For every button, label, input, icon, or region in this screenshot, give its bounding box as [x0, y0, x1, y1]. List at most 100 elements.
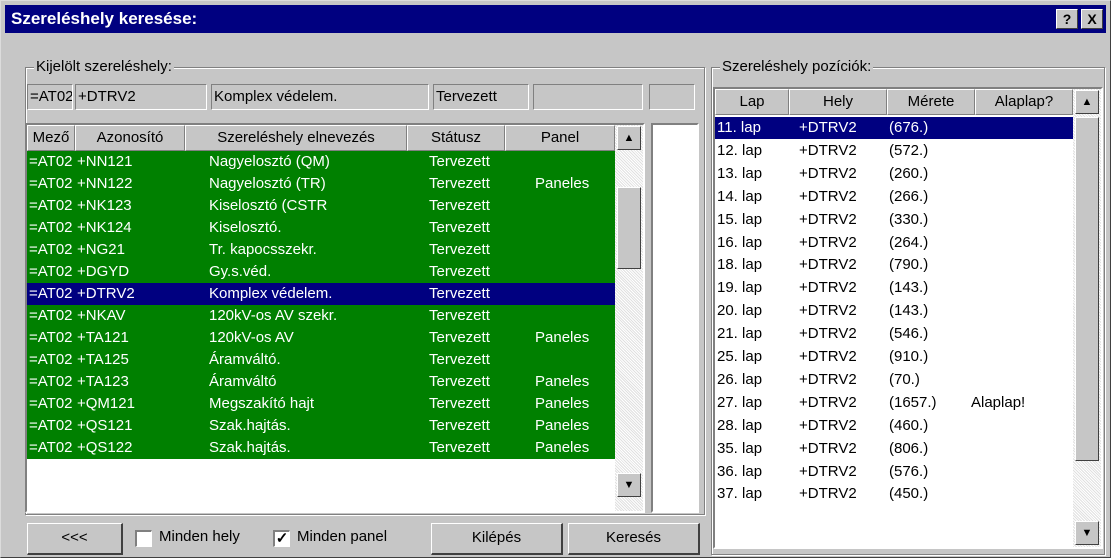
table-cell: =AT02	[29, 219, 73, 236]
all-places-checkbox[interactable]	[135, 530, 152, 547]
list-cell: 11. lap	[717, 119, 761, 136]
table-cell: Paneles	[535, 373, 590, 390]
list-item[interactable]: 11. lap +DTRV2 (676.)	[715, 117, 1073, 139]
table-cell: Tervezett	[429, 417, 490, 434]
table-row[interactable]: =AT02 +QM121 Megszakító hajt Tervezett Panel…	[27, 393, 615, 415]
list-item[interactable]: 16. lap +DTRV2 (264.)	[715, 232, 1073, 254]
table-cell: +TA125	[77, 351, 129, 368]
column-header-statusz[interactable]: Státusz	[407, 125, 505, 151]
table-cell: =AT02	[29, 241, 73, 258]
list-item[interactable]: 35. lap +DTRV2 (806.)	[715, 438, 1073, 460]
table-row[interactable]: =AT02 +TA123 Áramváltó Tervezett Paneles	[27, 371, 615, 393]
table-cell: +TA123	[77, 373, 129, 390]
scroll-up-icon[interactable]: ▲	[1075, 90, 1099, 114]
table-row[interactable]: =AT02 +NKAV 120kV-os AV szekr. Tervezett	[27, 305, 615, 327]
column-header-hely[interactable]: Hely	[789, 89, 887, 115]
list-item[interactable]: 36. lap +DTRV2 (576.)	[715, 461, 1073, 483]
list-item[interactable]: 28. lap +DTRV2 (460.)	[715, 415, 1073, 437]
list-cell: (260.)	[889, 165, 929, 182]
selected-place-group-label: Kijelölt szereléshely:	[34, 58, 174, 75]
column-header-alaplap[interactable]: Alaplap?	[975, 89, 1073, 115]
table-row[interactable]: =AT02 +NK124 Kiselosztó. Tervezett	[27, 217, 615, 239]
table-cell: =AT02	[29, 175, 73, 192]
table-row[interactable]: =AT02 +NG21 Tr. kapocsszekr. Tervezett	[27, 239, 615, 261]
list-cell: +DTRV2	[799, 119, 857, 136]
table-row[interactable]: =AT02 +TA125 Áramváltó. Tervezett	[27, 349, 615, 371]
right-scroll-thumb[interactable]	[1075, 117, 1099, 461]
list-item[interactable]: 27. lap +DTRV2 (1657.) Alaplap!	[715, 392, 1073, 414]
left-scroll-thumb[interactable]	[617, 187, 641, 269]
list-item[interactable]: 37. lap +DTRV2 (450.)	[715, 483, 1073, 505]
help-button[interactable]: ?	[1056, 9, 1078, 29]
list-item[interactable]: 19. lap +DTRV2 (143.)	[715, 277, 1073, 299]
list-item[interactable]: 12. lap +DTRV2 (572.)	[715, 140, 1073, 162]
scroll-down-icon[interactable]: ▼	[617, 473, 641, 497]
field-statusz: Tervezett	[433, 84, 529, 110]
all-panels-checkbox[interactable]: ✓	[273, 530, 290, 547]
column-header-lap[interactable]: Lap	[715, 89, 789, 115]
table-row[interactable]: =AT02 +DTRV2 Komplex védelem. Tervezett	[27, 283, 615, 305]
left-list-scrollbar[interactable]	[615, 125, 643, 511]
all-places-label[interactable]: Minden hely	[159, 528, 240, 545]
column-header-elnevezes[interactable]: Szereléshely elnevezés	[185, 125, 407, 151]
table-cell: Tervezett	[429, 329, 490, 346]
table-cell: Nagyelosztó (TR)	[209, 175, 326, 192]
table-row[interactable]: =AT02 +QS121 Szak.hajtás. Tervezett Paneles	[27, 415, 615, 437]
column-header-azonosito[interactable]: Azonosító	[75, 125, 185, 151]
field-extra	[649, 84, 695, 110]
table-cell: +TA121	[77, 329, 129, 346]
list-item[interactable]: 14. lap +DTRV2 (266.)	[715, 186, 1073, 208]
search-button[interactable]: Keresés	[568, 523, 700, 555]
table-cell: Szak.hajtás.	[209, 439, 291, 456]
list-cell: 12. lap	[717, 142, 763, 159]
table-row[interactable]: =AT02 +NN122 Nagyelosztó (TR) Tervezett Pane…	[27, 173, 615, 195]
list-cell: (70.)	[889, 371, 920, 388]
positions-list[interactable]: Lap Hely Mérete Alaplap? 11. lap +DTRV2 (6…	[713, 87, 1103, 549]
table-cell: =AT02	[29, 351, 73, 368]
list-item[interactable]: 15. lap +DTRV2 (330.)	[715, 209, 1073, 231]
table-cell: Komplex védelem.	[209, 285, 333, 302]
mounting-place-list[interactable]: Mező Azonosító Szereléshely elnevezés St…	[25, 123, 645, 513]
list-cell: +DTRV2	[799, 394, 857, 411]
table-row[interactable]: =AT02 +QS122 Szak.hajtás. Tervezett Paneles	[27, 437, 615, 459]
title-bar[interactable]: Szereléshely keresése: ? X	[5, 5, 1106, 33]
column-header-panel[interactable]: Panel	[505, 125, 615, 151]
list-item[interactable]: 25. lap +DTRV2 (910.)	[715, 346, 1073, 368]
scroll-up-icon[interactable]: ▲	[617, 126, 641, 150]
column-header-merete[interactable]: Mérete	[887, 89, 975, 115]
list-cell: 28. lap	[717, 417, 763, 434]
list-cell: 15. lap	[717, 211, 763, 228]
table-cell: Tervezett	[429, 153, 490, 170]
table-cell: Megszakító hajt	[209, 395, 315, 412]
list-item[interactable]: 13. lap +DTRV2 (260.)	[715, 163, 1073, 185]
table-cell: =AT02	[29, 285, 73, 302]
column-header-mezo[interactable]: Mező	[27, 125, 75, 151]
list-item[interactable]: 21. lap +DTRV2 (546.)	[715, 323, 1073, 345]
close-button[interactable]: X	[1081, 9, 1103, 29]
list-cell: Alaplap!	[971, 394, 1026, 411]
all-panels-label[interactable]: Minden panel	[297, 528, 387, 545]
list-cell: 13. lap	[717, 165, 763, 182]
side-empty-box	[651, 123, 699, 513]
list-item[interactable]: 18. lap +DTRV2 (790.)	[715, 254, 1073, 276]
table-row[interactable]: =AT02 +DGYD Gy.s.véd. Tervezett	[27, 261, 615, 283]
back-button[interactable]: <<<	[27, 523, 123, 555]
table-cell: Paneles	[535, 417, 590, 434]
list-item[interactable]: 20. lap +DTRV2 (143.)	[715, 300, 1073, 322]
list-cell: 18. lap	[717, 256, 763, 273]
list-cell: 27. lap	[717, 394, 763, 411]
scroll-down-icon[interactable]: ▼	[1075, 521, 1099, 545]
list-cell: 36. lap	[717, 463, 763, 480]
list-cell: 25. lap	[717, 348, 763, 365]
table-row[interactable]: =AT02 +TA121 120kV-os AV Tervezett Paneles	[27, 327, 615, 349]
list-item[interactable]: 26. lap +DTRV2 (70.)	[715, 369, 1073, 391]
table-cell: Tervezett	[429, 373, 490, 390]
field-panel	[533, 84, 643, 110]
table-row[interactable]: =AT02 +NN121 Nagyelosztó (QM) Tervezett	[27, 151, 615, 173]
list-cell: (546.)	[889, 325, 929, 342]
list-cell: +DTRV2	[799, 165, 857, 182]
list-cell: 20. lap	[717, 302, 763, 319]
table-cell: =AT02	[29, 263, 73, 280]
table-row[interactable]: =AT02 +NK123 Kiselosztó (CSTR Tervezett	[27, 195, 615, 217]
exit-button[interactable]: Kilépés	[431, 523, 563, 555]
